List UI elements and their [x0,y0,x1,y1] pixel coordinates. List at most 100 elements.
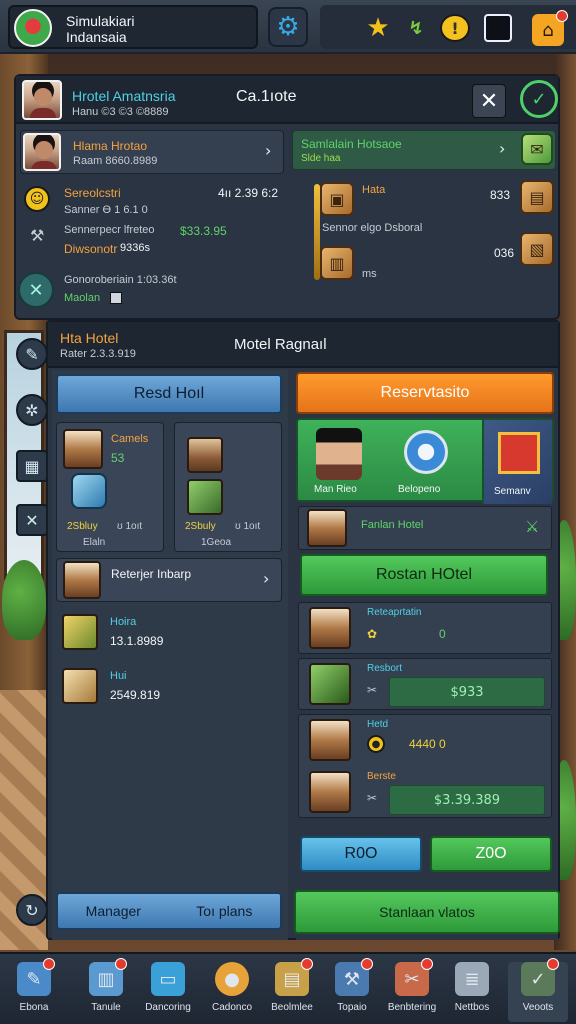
star-icon[interactable]: ★ [364,13,392,43]
standard-views-button[interactable]: Stanlaan vlatos [294,890,560,934]
nav-item-cadonco[interactable]: ● Cadonco [202,962,262,1022]
envelope-icon[interactable]: ✉ [521,133,553,165]
nav-item-dancoring[interactable]: ▭ Dancoring [138,962,198,1022]
nav-label: Topaio [337,1002,367,1013]
list-row-3[interactable]: Hetd ● 4440 0 Berste ✂ $3.39.389 [298,714,552,818]
action-ring-icon[interactable]: ✓ [520,80,558,118]
nav-item-benbtering[interactable]: ✂ Benbtering [382,958,442,1022]
nav-item-tanule[interactable]: ▥ Tanule [76,958,136,1022]
top-bar: Simulakiari Indansaia ⚙ ★ ↯ ! ⌂ [0,0,576,54]
staff-banner: Man Rieo Belopeno Semanv [296,418,554,504]
chevron-right-icon: › [499,139,506,158]
section-left-subtitle: Rater 2.3.3.919 [60,348,136,360]
green-info-row[interactable]: Samlalain Hotsaoe Slde haa › ✉ [292,130,556,170]
crossed-tools-icon[interactable]: ✕ [18,272,54,308]
nav-label: Veoots [522,1002,554,1013]
chat-bubble-icon[interactable]: ! [440,14,470,42]
nav-label: Cadonco [211,1002,253,1013]
box-icon[interactable]: ▤ [520,180,554,214]
room-thumbnail [309,771,351,813]
side-tools-icon[interactable]: ✎ [16,338,48,370]
window-square-icon[interactable] [484,14,512,42]
crate-icon: ▣ [320,182,354,216]
nav-item-veoots[interactable]: ✓ Veoots [508,958,568,1022]
logo-emblem-icon [14,9,52,47]
resd-hotel-button[interactable]: Resd Hoıl [56,374,282,414]
logo-title: Simulakiari [66,13,135,29]
tool-icon: ✂ [367,791,378,805]
tile1-foot3: Elaln [83,537,106,548]
close-button[interactable]: ✕ [472,84,506,118]
list-row-1[interactable]: Reteaprtatin ✿ 0 [298,602,552,654]
pencil-icon: ✎ [17,958,55,996]
flag-card[interactable]: Semanv [482,420,552,504]
room-thumbnail [309,719,351,761]
banner-a-label: Man Rieo [314,484,357,495]
crossed-swords-icon[interactable]: ⚔ [525,517,539,537]
owner-subtitle: Hanu ©3 ©3 ©8889 [72,106,169,118]
side-gear-icon[interactable]: ✲ [16,394,48,426]
wrench-icon: ⚒ [30,228,45,245]
stat1-value: 4ıı 2.39 6:2 [218,186,279,200]
banner-c-label: Semanv [494,486,531,497]
room-tile-2[interactable]: 2Sbuly ʊ 1oıt 1Geoa [174,422,282,552]
side-refresh-icon[interactable]: ↻ [16,894,48,926]
plant-decoration [2,560,46,640]
tile2-foot3: 1Geoa [201,537,232,548]
list1-value: 0 [439,627,446,641]
list2-label: Resbort [367,663,403,674]
nav-item-nettbos[interactable]: ≣ Nettbos [442,962,502,1022]
clipboard-icon: ▤ [275,958,313,996]
staff-portrait[interactable] [316,428,362,480]
nav-label: Ebona [19,1002,49,1013]
room-thumbnail [63,429,103,469]
section-header: Hta Hotel Rater 2.3.3.919 Motel Ragnaıl [48,322,558,368]
stat4-sub: Maolan [64,292,101,304]
tool-icon: ✂ [367,683,378,697]
nav-item-beolmlee[interactable]: ▤ Beolmlee [262,958,322,1022]
manager-tools-bar: Manager Toı plans [56,892,282,930]
side-close-icon[interactable]: ✕ [16,504,48,536]
side-grid-icon[interactable]: ▦ [16,450,48,482]
leaf-icon[interactable]: ↯ [402,14,430,42]
plant-pot-icon [187,479,223,515]
item1-value: 833 [490,188,511,202]
list4-value: $3.39.389 [389,785,545,815]
nav-label: Beolmlee [271,1002,313,1013]
hotel-row[interactable]: Fanlan Hotel ⚔ [298,506,552,550]
owner-name: Hrotel Amatnsria [72,88,176,104]
reservation-button[interactable]: Reservtasito [296,372,554,414]
nav-label: Nettbos [454,1002,490,1013]
room-tile-1[interactable]: Camels 53 2Sbluy ʊ 1oıt Elaln [56,422,164,552]
left-item2-value: 2549.819 [110,688,161,702]
logo-subtitle: Indansaia [66,29,127,45]
compass-icon[interactable] [404,430,448,474]
manager-subtitle: Raam 8660.8989 [73,155,158,167]
item2-label: Sennor elgo Dsboral [322,222,423,234]
buy-button-a[interactable]: R0O [300,836,422,872]
desk-icon [187,437,223,473]
tool-plans-button[interactable]: Toı plans [196,903,252,919]
list-row-2[interactable]: Resbort ✂ $933 [298,658,552,710]
manager-row[interactable]: Hlama Hrotao Raam 8660.8989 › [20,130,284,174]
manager-button[interactable]: Manager [86,903,141,919]
map-icon[interactable]: ▧ [520,232,554,266]
gift-icon: ✿ [367,627,378,641]
buy-button-b[interactable]: Z0O [430,836,552,872]
nav-item-topaio[interactable]: ⚒ Topaio [322,958,382,1022]
hammer-icon: ⚒ [335,958,373,996]
settings-gear-icon[interactable]: ⚙ [268,7,308,47]
restaurant-hotel-button[interactable]: Rostan HOtel [300,554,548,596]
checkbox-icon[interactable] [110,292,122,304]
interior-row-label: Reterjer Inbarp [111,567,192,581]
home-icon[interactable]: ⌂ [532,10,568,46]
item3-label: ms [362,268,377,280]
nav-item-ebona[interactable]: ✎ Ebona [4,958,64,1022]
tile2-foot: 2Sbuly [185,521,216,532]
stack-icon: ≣ [455,962,489,996]
tile1-foot: 2Sbluy [67,521,98,532]
interior-row[interactable]: Reterjer Inbarp › [56,558,282,602]
bedroom-thumbnail [307,509,347,547]
manager-avatar [23,133,61,171]
flag-icon [498,432,540,474]
